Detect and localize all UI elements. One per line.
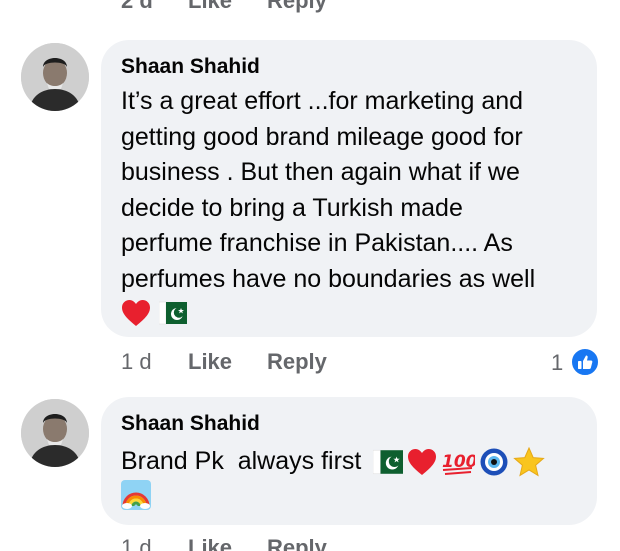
pakistan-flag-icon (159, 301, 187, 325)
comment-line: decide to bring a Turkish made (121, 193, 463, 222)
reaction-count[interactable]: 1 (551, 350, 563, 376)
comment-text: It’s a great effort ...for marketing and… (121, 84, 535, 297)
comment-time[interactable]: 1 d (121, 349, 152, 375)
reply-button[interactable]: Reply (267, 349, 327, 375)
comment-line: It’s a great effort ...for marketing and (121, 87, 524, 115)
previous-comment-time: 2 d (121, 0, 153, 13)
comment-author[interactable]: Shaan Shahid (121, 412, 260, 436)
comment-author[interactable]: Shaan Shahid (121, 55, 260, 79)
comment-line: perfume franchise in Pakistan.... As (121, 229, 513, 257)
like-reaction-icon[interactable] (570, 347, 600, 377)
comment-line: getting good brand mileage good for (121, 122, 523, 151)
comment-text: Brand Pk always first 100 (121, 444, 546, 480)
star-icon (513, 446, 546, 477)
comment-emoji-row (121, 296, 187, 330)
previous-reply-button[interactable]: Reply (267, 0, 327, 14)
previous-like-button[interactable]: Like (188, 0, 232, 14)
thumbs-up-icon (578, 355, 593, 369)
like-button[interactable]: Like (188, 535, 232, 551)
user-photo-icon (21, 43, 89, 111)
red-heart-icon (122, 300, 150, 326)
like-button[interactable]: Like (188, 349, 232, 375)
pakistan-flag-icon (373, 449, 404, 474)
reply-button[interactable]: Reply (267, 535, 327, 551)
hundred-points-icon: 100 (442, 452, 475, 475)
comment-emoji-row (121, 480, 151, 510)
user-photo-icon (21, 399, 89, 467)
comment-time[interactable]: 1 d (121, 535, 152, 551)
avatar[interactable] (21, 399, 89, 467)
comment-line: perfumes have no boundaries as well (121, 264, 536, 293)
red-heart-icon (408, 448, 437, 475)
avatar[interactable] (21, 43, 89, 111)
rainbow-icon (121, 480, 151, 510)
comment-line: business . But then again what if we (121, 158, 520, 186)
comment-line: Brand Pk always first (121, 447, 362, 475)
evil-eye-icon (480, 448, 508, 476)
